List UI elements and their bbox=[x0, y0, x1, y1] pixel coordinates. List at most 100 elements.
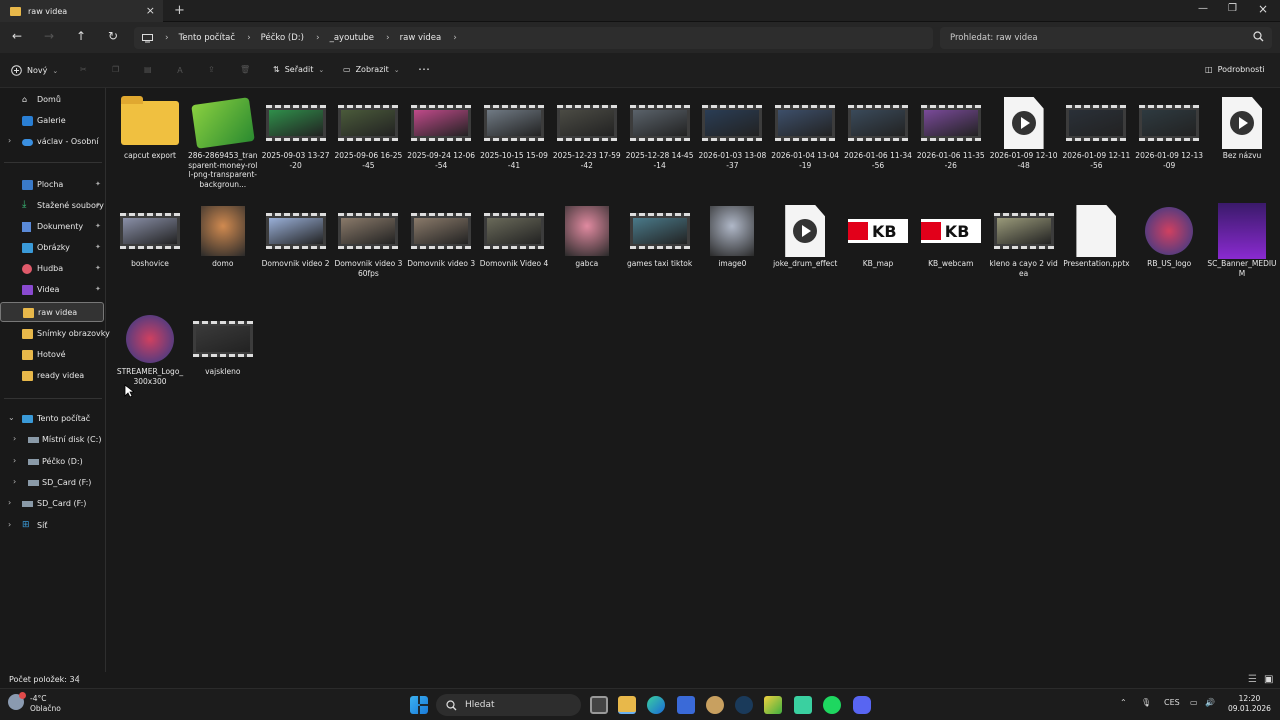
chevron-right-icon[interactable]: › bbox=[8, 136, 11, 145]
language-indicator[interactable]: CES bbox=[1164, 698, 1180, 707]
sidebar-item-documents[interactable]: Dokumenty ✦ bbox=[0, 217, 104, 237]
file-item[interactable]: domo bbox=[188, 206, 258, 269]
file-item[interactable]: Domovnik Video 4 bbox=[479, 206, 549, 269]
app-icon[interactable] bbox=[764, 696, 782, 714]
clock[interactable]: 12:20 09.01.2026 bbox=[1228, 694, 1271, 714]
view-button[interactable]: ▭ Zobrazit ⌄ bbox=[343, 65, 400, 74]
sidebar-item-drive-c[interactable]: › Místní disk (C:) bbox=[0, 430, 104, 450]
sidebar-item-home[interactable]: ⌂ Domů bbox=[0, 90, 104, 110]
more-options-icon[interactable]: ⋯ bbox=[418, 62, 430, 76]
taskbar-search[interactable]: Hledat bbox=[436, 694, 581, 716]
file-item[interactable]: SC_Banner_MEDIUM bbox=[1207, 203, 1277, 278]
steam-icon[interactable] bbox=[735, 696, 753, 714]
details-button[interactable]: ◫ Podrobnosti bbox=[1205, 65, 1265, 74]
sidebar-item-ready-videa[interactable]: ready videa bbox=[0, 366, 104, 386]
thumbnails-view-icon[interactable]: ▣ bbox=[1264, 674, 1273, 685]
store-icon[interactable] bbox=[677, 696, 695, 714]
search-input[interactable]: Prohledat: raw videa bbox=[940, 27, 1272, 49]
file-item[interactable]: gabca bbox=[552, 206, 622, 269]
paste-icon[interactable]: ▤ bbox=[144, 65, 152, 74]
chevron-down-icon[interactable]: ⌄ bbox=[8, 413, 15, 422]
file-item[interactable]: 2026-01-06 11-35-26 bbox=[916, 98, 986, 170]
file-item[interactable]: 286-2869453_transparent-money-roll-png-t… bbox=[188, 97, 258, 189]
sidebar-item-raw-videa[interactable]: raw videa bbox=[0, 302, 104, 322]
microphone-icon[interactable]: 🎙 bbox=[1141, 698, 1151, 707]
file-item[interactable]: Domovnik video 3 60fps bbox=[333, 206, 403, 278]
up-button[interactable]: ↑ bbox=[73, 29, 89, 43]
file-item[interactable]: 2025-12-23 17-59-42 bbox=[552, 98, 622, 170]
breadcrumb-drive-d[interactable]: Péčko (D:) bbox=[261, 33, 304, 43]
sidebar-item-network[interactable]: › ⊞ Síť bbox=[0, 516, 104, 536]
spotify-icon[interactable] bbox=[823, 696, 841, 714]
file-item[interactable]: KB KB_webcam bbox=[916, 206, 986, 269]
chevron-right-icon[interactable]: › bbox=[8, 520, 11, 529]
back-button[interactable]: ← bbox=[9, 29, 25, 43]
address-bar[interactable]: › Tento počítač › Péčko (D:) › _ayoutube… bbox=[134, 27, 933, 49]
file-item[interactable]: games taxi tiktok bbox=[625, 206, 695, 269]
file-item[interactable]: STREAMER_Logo_300x300 bbox=[115, 314, 185, 386]
edge-icon[interactable] bbox=[647, 696, 665, 714]
delete-icon[interactable]: 🗑 bbox=[240, 65, 250, 74]
start-icon[interactable] bbox=[410, 696, 428, 714]
breadcrumb-raw-videa[interactable]: raw videa bbox=[400, 33, 442, 43]
discord-icon[interactable] bbox=[853, 696, 871, 714]
sidebar-item-downloads[interactable]: ⤓ Stažené soubory ✦ bbox=[0, 196, 104, 216]
file-item[interactable]: capcut export bbox=[115, 96, 185, 161]
file-item[interactable]: 2025-09-24 12-06-54 bbox=[406, 98, 476, 170]
app-icon[interactable] bbox=[706, 696, 724, 714]
sidebar-item-onedrive[interactable]: › václav - Osobní bbox=[0, 132, 104, 152]
copy-icon[interactable]: ❐ bbox=[112, 65, 119, 74]
new-button[interactable]: Nový ⌄ bbox=[11, 65, 58, 76]
tab-raw-videa[interactable]: raw videa × bbox=[0, 0, 163, 22]
file-item[interactable]: image0 bbox=[697, 206, 767, 269]
breadcrumb-this-pc[interactable]: Tento počítač bbox=[179, 33, 235, 43]
file-item[interactable]: 2026-01-09 12-11-56 bbox=[1061, 98, 1131, 170]
sidebar-item-hotove[interactable]: Hotové bbox=[0, 345, 104, 365]
sidebar-item-gallery[interactable]: Galerie bbox=[0, 111, 104, 131]
sidebar-item-sdcard[interactable]: › SD_Card (F:) bbox=[0, 494, 104, 514]
details-view-icon[interactable]: ☰ bbox=[1248, 674, 1257, 685]
rename-icon[interactable]: Ａ bbox=[176, 65, 184, 76]
breadcrumb-chevron-icon[interactable]: › bbox=[453, 33, 457, 43]
minimize-button[interactable]: — bbox=[1198, 3, 1208, 14]
chevron-up-icon[interactable]: ⌃ bbox=[1120, 698, 1127, 707]
volume-icon[interactable]: 🔊 bbox=[1205, 698, 1215, 707]
chevron-right-icon[interactable]: › bbox=[13, 477, 16, 486]
share-icon[interactable]: ⇪ bbox=[208, 65, 215, 74]
file-item[interactable]: boshovice bbox=[115, 206, 185, 269]
sidebar-item-music[interactable]: Hudba ✦ bbox=[0, 259, 104, 279]
file-item[interactable]: 2026-01-09 12-13-09 bbox=[1134, 98, 1204, 170]
sidebar-item-this-pc[interactable]: ⌄ Tento počítač bbox=[0, 409, 104, 429]
forward-button[interactable]: → bbox=[41, 29, 57, 43]
file-item[interactable]: 2026-01-06 11-34-56 bbox=[843, 98, 913, 170]
chevron-right-icon[interactable]: › bbox=[13, 434, 16, 443]
chevron-right-icon[interactable]: › bbox=[8, 498, 11, 507]
file-item[interactable]: KB KB_map bbox=[843, 206, 913, 269]
file-item[interactable]: vajskleno bbox=[188, 314, 258, 377]
file-item[interactable]: 2025-09-06 16-25-45 bbox=[333, 98, 403, 170]
sidebar-item-pictures[interactable]: Obrázky ✦ bbox=[0, 238, 104, 258]
sidebar-item-videos[interactable]: Videa ✦ bbox=[0, 280, 104, 300]
sidebar-item-screenshots[interactable]: Snímky obrazovky bbox=[0, 324, 110, 344]
app-icon[interactable] bbox=[794, 696, 812, 714]
task-view-icon[interactable] bbox=[590, 696, 608, 714]
sidebar-item-desktop[interactable]: Plocha ✦ bbox=[0, 175, 104, 195]
file-item[interactable]: 2026-01-03 13-08-37 bbox=[697, 98, 767, 170]
sidebar-item-sdcard-sub[interactable]: › SD_Card (F:) bbox=[0, 473, 104, 493]
breadcrumb-ayoutube[interactable]: _ayoutube bbox=[330, 33, 374, 43]
sidebar-item-drive-d[interactable]: › Péčko (D:) bbox=[0, 452, 104, 472]
cut-icon[interactable]: ✂ bbox=[80, 65, 87, 74]
file-item[interactable]: Domovnik video 3 bbox=[406, 206, 476, 269]
refresh-button[interactable]: ↻ bbox=[105, 29, 121, 43]
network-icon[interactable]: ▭ bbox=[1190, 698, 1198, 707]
file-item[interactable]: 2025-10-15 15-09-41 bbox=[479, 98, 549, 170]
close-window-button[interactable]: × bbox=[1258, 2, 1268, 16]
new-tab-button[interactable]: + bbox=[174, 3, 185, 18]
file-item[interactable]: 2026-01-09 12-10-48 bbox=[989, 97, 1059, 170]
file-item[interactable]: Presentation.pptx bbox=[1061, 205, 1131, 269]
file-explorer-icon[interactable] bbox=[618, 696, 636, 714]
file-item[interactable]: 2025-12-28 14-45-14 bbox=[625, 98, 695, 170]
sort-button[interactable]: ⇅ Seřadit ⌄ bbox=[273, 65, 324, 74]
file-item[interactable]: Bez názvu bbox=[1207, 97, 1277, 161]
file-item[interactable]: joke_drum_effect bbox=[770, 205, 840, 269]
